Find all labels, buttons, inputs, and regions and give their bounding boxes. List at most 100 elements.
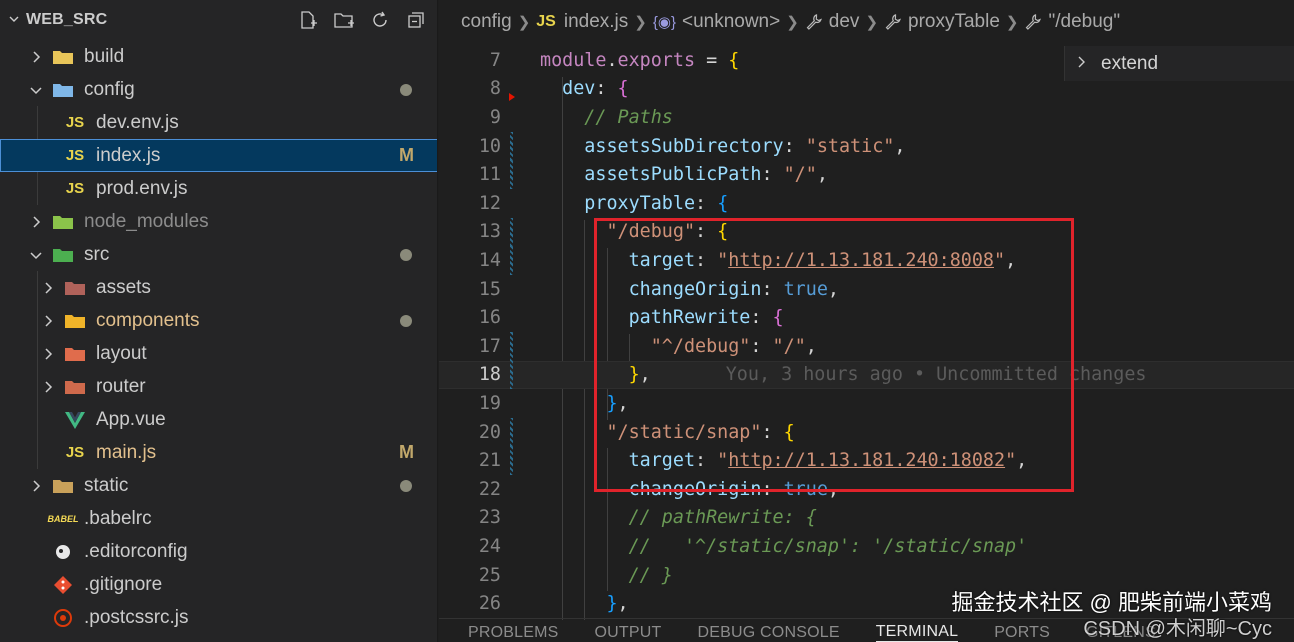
folder-static-icon [52,476,74,496]
chevron-down-icon[interactable] [29,83,43,97]
git-gutter-modified [510,160,513,189]
suggest-item-label[interactable]: extend [1101,53,1158,75]
collapse-all-icon[interactable] [405,9,427,31]
tree-item-router[interactable]: router [0,370,437,403]
chevron-down-icon[interactable] [8,13,26,28]
tree-item-babelrc[interactable]: BABEL .babelrc [0,502,437,535]
js-file-icon: JS [65,180,85,197]
editorconfig-icon [52,542,74,562]
explorer-root-label: WEB_SRC [26,11,108,28]
tab-output[interactable]: OUTPUT [595,624,662,642]
breadcrumb-item-dev[interactable]: dev [829,11,860,33]
code-line[interactable]: 12 proxyTable: { [439,189,1294,218]
postcss-icon [52,608,74,628]
breadcrumb-item-config[interactable]: config [461,11,512,33]
chevron-right-icon[interactable] [41,347,55,361]
chevron-right-icon: ❯ [517,14,531,31]
chevron-right-icon[interactable] [41,314,55,328]
line-number: 22 [478,478,501,500]
tree-item-editorconfig[interactable]: .editorconfig [0,535,437,568]
chevron-right-icon[interactable] [41,281,55,295]
js-file-icon: JS [536,13,556,30]
editor: config ❯ JS index.js ❯ {◉} <unknown> ❯ d… [439,0,1294,642]
line-number: 20 [478,421,501,443]
new-file-icon[interactable] [297,9,319,31]
tree-item-index-js[interactable]: JS index.js M [0,139,437,172]
folder-src-icon [52,245,74,265]
code-text: // '^/static/snap': '/static/snap' [628,535,1028,557]
code-line[interactable]: 24 // '^/static/snap': '/static/snap' [439,532,1294,561]
code-text: module.exports = { [540,49,740,71]
tree-item-label: src [84,243,110,265]
tree-item-label: layout [96,342,147,364]
tree-item-config[interactable]: config [0,73,437,106]
chevron-right-icon[interactable] [41,380,55,394]
tree-item-assets[interactable]: assets [0,271,437,304]
tree-item-postcssrc-js[interactable]: .postcssrc.js [0,601,437,634]
line-number: 12 [478,192,501,214]
tab-terminal[interactable]: TERMINAL [875,623,959,642]
chevron-right-icon[interactable] [29,479,43,493]
chevron-right-icon[interactable] [29,50,43,64]
folder-node-icon [52,212,74,232]
git-icon [52,575,74,595]
new-folder-icon[interactable] [333,9,355,31]
breadcrumb: config ❯ JS index.js ❯ {◉} <unknown> ❯ d… [439,0,1294,44]
tree-item-label: .babelrc [84,507,152,529]
explorer-header[interactable]: WEB_SRC [0,0,437,40]
tree-item-components[interactable]: components [0,304,437,337]
tree-item-label: node_modules [84,210,209,232]
babel-icon: BABEL [47,513,79,524]
tree-item-prod-env-js[interactable]: JS prod.env.js [0,172,437,205]
code-line[interactable]: 10 assetsSubDirectory: "static", [439,131,1294,161]
git-gutter-modified [510,417,513,447]
chevron-down-icon[interactable] [29,248,43,262]
code-text: assetsSubDirectory: "static", [584,135,906,157]
folder-build-icon [52,47,74,67]
tree-item-static[interactable]: static [0,469,437,502]
tree-item-label: config [84,78,135,100]
tab-problems[interactable]: PROBLEMS [468,624,559,642]
breadcrumb-item-unknown[interactable]: <unknown> [682,11,780,33]
git-gutter-modified [510,360,513,390]
tree-item-dev-env-js[interactable]: JS dev.env.js [0,106,437,139]
git-gutter-deleted-icon [509,92,515,101]
tree-item-label: build [84,45,125,67]
chevron-right-icon: ❯ [1005,14,1019,31]
code-text: // } [628,564,673,586]
tree-item-label: main.js [96,441,157,463]
tab-debug-console[interactable]: DEBUG CONSOLE [698,624,840,642]
tree-item-main-js[interactable]: JS main.js M [0,436,437,469]
breadcrumb-item-file[interactable]: index.js [564,11,628,33]
tree-item-label: static [84,474,129,496]
code-text: assetsPublicPath: "/", [584,164,828,186]
line-number: 13 [478,221,501,243]
tree-item-app-vue[interactable]: App.vue [0,403,437,436]
modified-dot [400,83,412,96]
breadcrumb-item-debug[interactable]: "/debug" [1048,11,1120,33]
line-number: 19 [478,392,501,414]
tree-item-layout[interactable]: layout [0,337,437,370]
tree-item-src[interactable]: src [0,238,437,271]
git-gutter-modified [510,217,513,247]
tree-item-gitignore[interactable]: .gitignore [0,568,437,601]
suggest-widget[interactable]: extend [1064,46,1294,81]
tree-item-node-modules[interactable]: node_modules [0,205,437,238]
code-line[interactable]: 11 assetsPublicPath: "/", [439,160,1294,189]
code-line[interactable]: 25 // } [439,561,1294,590]
chevron-right-icon[interactable] [1077,55,1087,72]
wrench-icon [1024,13,1042,31]
refresh-icon[interactable] [369,9,391,31]
code-line[interactable]: 9 // Paths [439,103,1294,132]
code-text: }, [606,593,629,615]
line-number: 14 [478,249,501,271]
code-line[interactable]: 23 // pathRewrite: { [439,504,1294,533]
chevron-right-icon[interactable] [29,215,43,229]
git-gutter-modified [510,131,513,161]
folder-assets-icon [64,278,86,298]
breadcrumb-item-proxytable[interactable]: proxyTable [908,11,1000,33]
modified-dot [400,479,412,492]
tree-item-label: assets [96,276,151,298]
git-gutter-modified [510,332,513,361]
tree-item-build[interactable]: build [0,40,437,73]
